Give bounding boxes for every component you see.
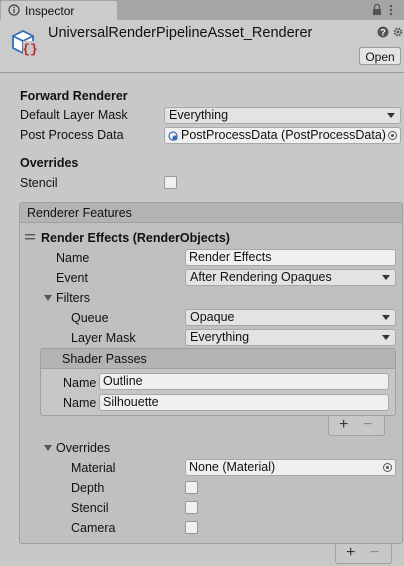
lock-icon[interactable]: [372, 4, 382, 16]
open-button[interactable]: Open: [359, 47, 401, 65]
script-asset-icon: {}: [12, 29, 38, 57]
event-label: Event: [56, 271, 88, 285]
material-label: Material: [71, 461, 116, 475]
event-value: After Rendering Opaques: [190, 270, 332, 284]
menu-icon[interactable]: [389, 4, 393, 16]
default-layer-mask-value: Everything: [169, 108, 229, 122]
default-layer-mask-label: Default Layer Mask: [20, 108, 128, 122]
shader-pass-name-label: Name: [63, 376, 97, 390]
post-process-data-label: Post Process Data: [20, 128, 124, 142]
queue-label: Queue: [71, 311, 109, 325]
feature-stencil-checkbox[interactable]: [185, 501, 198, 514]
remove-renderer-feature-button[interactable]: −: [370, 545, 379, 561]
renderer-features-add-remove: + −: [335, 544, 392, 564]
tab-bar: Inspector: [0, 0, 404, 20]
renderer-features-title: Renderer Features: [27, 206, 132, 220]
svg-text:?: ?: [380, 28, 386, 38]
add-renderer-feature-button[interactable]: +: [346, 545, 355, 561]
object-picker-icon[interactable]: [388, 131, 397, 140]
help-icon[interactable]: ?: [377, 26, 389, 38]
asset-name: UniversalRenderPipelineAsset_Renderer: [48, 25, 313, 41]
shader-pass-input-silhouette[interactable]: Silhouette: [99, 394, 389, 411]
shader-pass-name-label: Name: [63, 396, 97, 410]
overrides-foldout-icon[interactable]: [44, 445, 52, 451]
chevron-down-icon: [382, 315, 390, 320]
queue-dropdown[interactable]: Opaque: [185, 309, 396, 326]
object-picker-icon[interactable]: [383, 463, 392, 472]
renderer-features-header: Renderer Features: [20, 203, 402, 223]
stencil-label: Stencil: [20, 176, 58, 190]
layer-mask-label: Layer Mask: [71, 331, 136, 345]
shader-passes-title: Shader Passes: [62, 352, 147, 366]
feature-stencil-label: Stencil: [71, 501, 109, 515]
shader-passes-add-remove: + −: [328, 416, 385, 436]
feature-title: Render Effects (RenderObjects): [41, 231, 230, 245]
tab-title: Inspector: [25, 4, 75, 18]
add-shader-pass-button[interactable]: +: [339, 417, 348, 433]
material-value: None (Material): [189, 460, 276, 474]
post-process-data-field[interactable]: PostProcessData (PostProcessData): [164, 127, 401, 144]
depth-label: Depth: [71, 481, 105, 495]
post-process-data-value: PostProcessData (PostProcessData): [181, 128, 386, 142]
svg-text:{}: {}: [22, 42, 38, 57]
event-dropdown[interactable]: After Rendering Opaques: [185, 269, 396, 286]
shader-passes-header: Shader Passes: [41, 349, 395, 369]
settings-icon[interactable]: [393, 26, 403, 38]
material-field[interactable]: None (Material): [185, 459, 396, 476]
filters-foldout-icon[interactable]: [44, 295, 52, 301]
feature-name-input[interactable]: Render Effects: [185, 249, 396, 266]
chevron-down-icon: [382, 335, 390, 340]
layer-mask-value: Everything: [190, 330, 250, 344]
asset-header: {} UniversalRenderPipelineAsset_Renderer…: [0, 20, 404, 73]
default-layer-mask-dropdown[interactable]: Everything: [164, 107, 401, 124]
filters-label[interactable]: Filters: [56, 291, 90, 305]
tab-inspector[interactable]: Inspector: [1, 1, 117, 20]
layer-mask-dropdown[interactable]: Everything: [185, 329, 396, 346]
depth-checkbox[interactable]: [185, 481, 198, 494]
chevron-down-icon: [387, 113, 395, 118]
remove-shader-pass-button[interactable]: −: [363, 417, 372, 433]
overrides-title: Overrides: [20, 156, 79, 170]
info-icon: [8, 4, 20, 16]
post-process-asset-icon: [168, 131, 178, 141]
forward-renderer-title: Forward Renderer: [20, 89, 128, 103]
camera-label: Camera: [71, 521, 116, 535]
stencil-checkbox[interactable]: [164, 176, 177, 189]
camera-checkbox[interactable]: [185, 521, 198, 534]
drag-handle-icon[interactable]: [25, 233, 35, 241]
feature-overrides-label[interactable]: Overrides: [56, 441, 110, 455]
chevron-down-icon: [382, 275, 390, 280]
queue-value: Opaque: [190, 310, 235, 324]
shader-pass-input-outline[interactable]: Outline: [99, 373, 389, 390]
name-label: Name: [56, 251, 90, 265]
